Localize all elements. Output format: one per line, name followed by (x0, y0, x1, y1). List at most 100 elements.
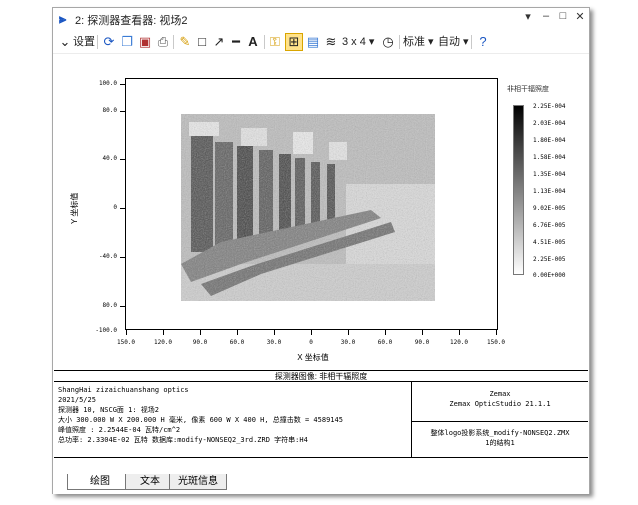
window-title: 2: 探测器查看器: 视场2 (75, 15, 188, 27)
refresh-icon[interactable]: ⟳ (101, 33, 117, 51)
print-icon[interactable]: ⎙ (155, 33, 171, 51)
text-icon[interactable]: A (245, 33, 261, 51)
x-tick-label: 0 (309, 339, 313, 346)
pencil-icon[interactable]: ✎ (177, 33, 193, 51)
x-tick-mark (422, 330, 423, 335)
rectangle-icon[interactable]: □ (194, 33, 210, 51)
settings-chevron-icon[interactable]: ⌄ (57, 33, 73, 51)
software-name: Zemax (489, 390, 511, 398)
y-tick-label: 100.0 (98, 80, 117, 87)
info-title: 探测器图像: 非相干辐照度 (54, 370, 588, 382)
x-tick-mark (200, 330, 201, 335)
info-line: ShangHai zizaichuanshang optics (58, 386, 189, 394)
file-info: 整体logo投影系统_modify-NONSEQ2.ZMX 1的结构1 (412, 422, 588, 448)
colorbar-tick-label: 1.35E-004 (533, 171, 566, 178)
standard-dropdown[interactable]: 标准 ▾ (403, 33, 434, 51)
x-tick-label: 150.0 (486, 339, 506, 346)
line-icon[interactable]: ━ (228, 33, 244, 51)
dropdown-menu-button[interactable]: ▾ (521, 10, 535, 26)
x-tick-mark (126, 330, 127, 335)
colorbar-tick-label: 1.58E-004 (533, 154, 566, 161)
save-icon[interactable]: ▣ (137, 33, 153, 51)
layout-dropdown[interactable]: 3 x 4 ▾ (342, 33, 374, 51)
x-tick-mark (163, 330, 164, 335)
zemax-logo-icon: ⫸ (59, 11, 67, 26)
y-tick-mark (120, 84, 125, 85)
auto-dropdown[interactable]: 自动 ▾ (438, 33, 469, 51)
toolbar-separator (97, 35, 98, 49)
x-tick-mark (311, 330, 312, 335)
software-version-text: Zemax OpticStudio 21.1.1 (449, 400, 551, 408)
toolbar: ⌄ 设置 ⟳ ❐ ▣ ⎙ ✎ □ ↗ ━ A ⚿ ⊞ ▤ ≋ 3 x 4 ▾ ◷… (53, 30, 589, 54)
y-tick-label: 0 (113, 204, 117, 211)
maximize-button[interactable]: □ (556, 10, 570, 26)
y-tick-mark (120, 306, 125, 307)
toolbar-separator (173, 35, 174, 49)
tab-text[interactable]: 文本 (125, 474, 175, 490)
info-line: 大小 300.000 W X 200.000 H 毫米, 像素 600 W X … (58, 416, 343, 424)
x-tick-label: 120.0 (449, 339, 469, 346)
info-line: 2021/5/25 (58, 396, 96, 404)
arrow-icon[interactable]: ↗ (211, 33, 227, 51)
detector-viewer-window: ⫸ 2: 探测器查看器: 视场2 ▾ – □ ✕ ⌄ 设置 ⟳ ❐ ▣ ⎙ ✎ … (52, 7, 590, 494)
x-tick-label: 150.0 (116, 339, 136, 346)
colorbar-tick-label: 9.02E-005 (533, 205, 566, 212)
y-tick-mark (120, 208, 125, 209)
info-details: ShangHai zizaichuanshang optics 2021/5/2… (58, 385, 406, 445)
x-tick-mark (496, 330, 497, 335)
y-tick-mark (120, 159, 125, 160)
y-tick-label: 40.0 (102, 155, 117, 162)
tab-bar: 绘图 文本 光斑信息 (53, 466, 589, 494)
toolbar-separator (264, 35, 265, 49)
close-button[interactable]: ✕ (573, 10, 587, 26)
info-line: 总功率: 2.3304E-02 瓦特 数据库:modify-NONSEQ2_3r… (58, 436, 308, 444)
x-tick-mark (459, 330, 460, 335)
x-tick-label: 90.0 (192, 339, 208, 346)
colorbar-tick-label: 2.03E-004 (533, 120, 566, 127)
detector-image-graphic (181, 114, 435, 301)
minimize-button[interactable]: – (539, 10, 553, 26)
title-bar[interactable]: ⫸ 2: 探测器查看器: 视场2 ▾ – □ ✕ (53, 8, 589, 30)
detector-plot: 100.0 80.0 40.0 0 -40.0 80.0 -100.0 150.… (53, 54, 589, 369)
colorbar-tick-label: 2.25E-005 (533, 256, 566, 263)
y-axis-label: Y 坐标值 (70, 192, 79, 224)
info-box: ShangHai zizaichuanshang optics 2021/5/2… (54, 382, 588, 458)
colorbar (513, 105, 524, 275)
y-tick-label: -40.0 (98, 253, 117, 260)
lock-icon[interactable]: ⚿ (267, 33, 283, 51)
x-tick-label: 30.0 (340, 339, 356, 346)
x-tick-mark (274, 330, 275, 335)
x-tick-label: 60.0 (229, 339, 245, 346)
colorbar-tick-label: 1.80E-004 (533, 137, 566, 144)
toolbar-separator (471, 35, 472, 49)
y-tick-label: 80.0 (102, 107, 117, 114)
tab-graph[interactable]: 绘图 (67, 474, 133, 490)
plot-frame (125, 78, 498, 330)
x-tick-mark (237, 330, 238, 335)
layers-icon[interactable]: ≋ (323, 33, 339, 51)
colorbar-tick-label: 1.13E-004 (533, 188, 566, 195)
configuration: 1的结构1 (485, 439, 515, 447)
x-axis-label: X 坐标值 (297, 353, 329, 362)
info-line: 探测器 10, NSCG面 1: 视场2 (58, 406, 160, 414)
y-tick-mark (120, 257, 125, 258)
y-tick-mark (120, 111, 125, 112)
x-tick-label: 120.0 (153, 339, 173, 346)
x-tick-mark (348, 330, 349, 335)
colorbar-tick-label: 2.25E-004 (533, 103, 566, 110)
detector-image (181, 114, 435, 301)
tab-spot-info[interactable]: 光斑信息 (169, 474, 227, 490)
grid-view-icon[interactable]: ⊞ (285, 33, 303, 51)
help-icon[interactable]: ? (475, 33, 491, 51)
y-tick-label: 80.0 (102, 302, 117, 309)
colorbar-tick-label: 0.00E+000 (533, 272, 566, 279)
window-icon[interactable]: ▤ (305, 33, 321, 51)
info-software: Zemax Zemax OpticStudio 21.1.1 整体logo投影系… (411, 382, 588, 458)
x-tick-label: 60.0 (377, 339, 393, 346)
copy-icon[interactable]: ❐ (119, 33, 135, 51)
clock-icon[interactable]: ◷ (380, 33, 396, 51)
info-line: 峰值照度 : 2.2544E-04 瓦特/cm^2 (58, 426, 181, 434)
colorbar-tick-label: 4.51E-005 (533, 239, 566, 246)
settings-button[interactable]: 设置 (73, 33, 95, 51)
x-tick-mark (385, 330, 386, 335)
